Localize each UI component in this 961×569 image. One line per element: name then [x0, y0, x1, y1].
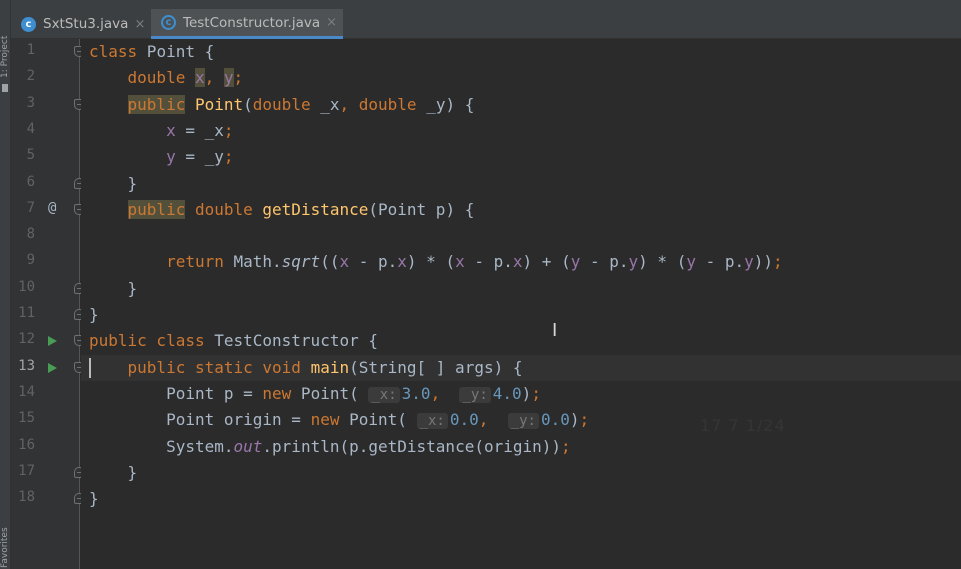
project-tool-button[interactable]: 1: Project [0, 8, 11, 78]
run-icon[interactable] [48, 336, 57, 347]
line-number: 4 [26, 120, 35, 137]
line-number: 18 [18, 489, 35, 506]
text-caret [89, 357, 91, 378]
tool-window-strip: 1: Project Favorites [0, 0, 11, 569]
editor-tab-bar: c SxtStu3.java × c TestConstructor.java … [11, 0, 961, 39]
line-number: 16 [18, 436, 35, 453]
code-line: } [89, 278, 138, 298]
line-number: 17 [18, 462, 35, 479]
line-number: 3 [26, 94, 35, 111]
java-class-icon: c [21, 16, 36, 32]
line-number-current: 13 [18, 357, 35, 374]
line-number: 2 [26, 68, 35, 85]
tab-sxtstu3[interactable]: c SxtStu3.java × [11, 9, 151, 39]
run-icon[interactable] [48, 362, 57, 373]
code-line-current: public static void main(String[ ] args) … [81, 354, 961, 381]
tool-strip-marker [2, 84, 8, 92]
line-number: 6 [26, 173, 35, 190]
code-line: } [89, 462, 138, 482]
code-line: y = _y; [166, 147, 234, 167]
line-number: 1 [26, 42, 35, 58]
close-icon[interactable]: × [320, 15, 337, 30]
mouse-ibeam-cursor: I [552, 320, 558, 341]
tab-testconstructor[interactable]: c TestConstructor.java × [151, 9, 343, 39]
code-line: } [89, 489, 99, 509]
code-line: Point p = new Point( _x: 3.0, _y: 4.0); [89, 383, 541, 403]
close-icon[interactable]: × [128, 17, 145, 32]
line-number: 5 [26, 147, 35, 164]
code-line: class Point { [89, 42, 215, 61]
java-class-icon: c [161, 15, 176, 30]
code-line: return Math.sqrt((x - p.x) * (x - p.x) +… [166, 252, 783, 272]
tab-label: SxtStu3.java [43, 16, 129, 32]
line-number: 7 [26, 199, 35, 216]
line-number: 10 [18, 278, 35, 295]
code-line: public class TestConstructor { [89, 331, 378, 351]
line-number: 8 [26, 226, 35, 243]
override-marker-icon[interactable]: @ [48, 200, 56, 216]
code-editor[interactable]: class Point { double x, y; public Point(… [81, 39, 961, 569]
editor-gutter[interactable]: 1 2 3 4 5 6 7 @ 8 9 10 11 12 13 14 15 16 … [11, 39, 85, 569]
code-line: System.out.println(p.getDistance(origin)… [89, 436, 571, 456]
tab-label: TestConstructor.java [183, 14, 321, 31]
line-number: 9 [26, 252, 35, 269]
code-line: } [89, 305, 99, 324]
code-line: public double getDistance(Point p) { [127, 199, 475, 219]
code-line: Point origin = new Point( _x: 0.0, _y: 0.0… [89, 410, 590, 430]
favorites-tool-button[interactable]: Favorites [0, 508, 11, 568]
code-line: } [89, 173, 138, 193]
code-line: public Point(double _x, double _y) { [127, 94, 475, 114]
line-number: 14 [18, 383, 35, 400]
code-line: double x, y; [127, 68, 244, 88]
code-line: x = _x; [166, 120, 234, 140]
line-number: 15 [18, 410, 35, 427]
line-number: 12 [18, 331, 35, 348]
watermark: 17 7 1/24 [700, 416, 786, 435]
line-number: 11 [18, 305, 35, 321]
